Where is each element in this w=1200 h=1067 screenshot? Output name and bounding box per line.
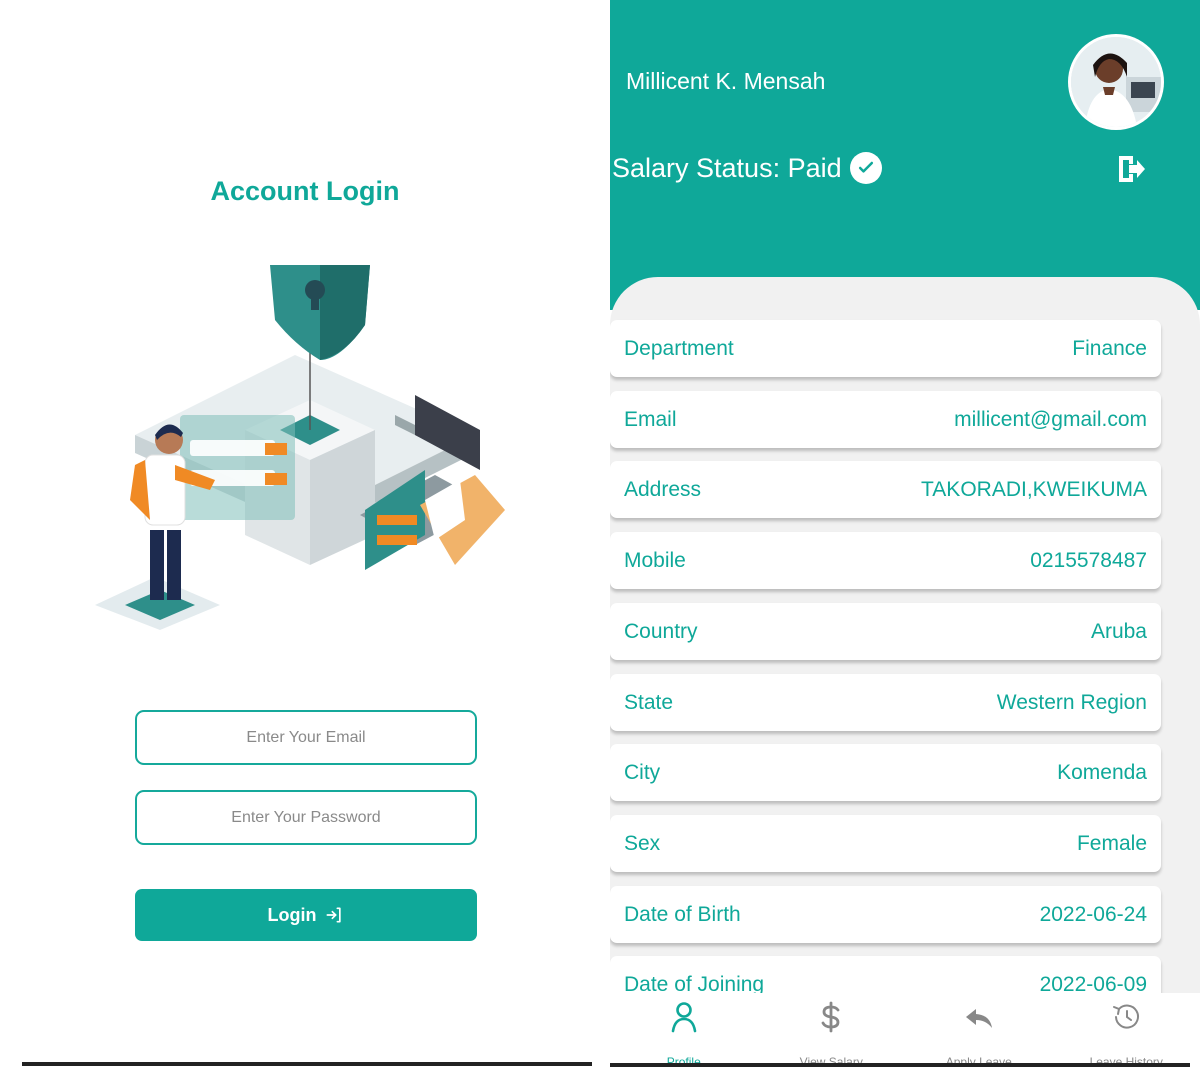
security-server-illustration xyxy=(95,265,505,630)
detail-label: State xyxy=(624,690,674,714)
detail-value: 0215578487 xyxy=(1030,548,1147,572)
logout-icon[interactable] xyxy=(1115,152,1147,186)
login-arrow-icon xyxy=(326,907,342,923)
detail-label: Email xyxy=(624,407,677,431)
detail-row-sex: Sex Female xyxy=(610,815,1161,872)
detail-value: Komenda xyxy=(1057,760,1147,784)
login-screen: Account Login Enter Your Email Login xyxy=(0,0,610,1067)
avatar[interactable] xyxy=(1068,34,1164,130)
detail-label: Department xyxy=(624,336,734,360)
profile-details-list[interactable]: Department Finance Email millicent@gmail… xyxy=(610,300,1200,993)
detail-row-address: Address TAKORADI,KWEIKUMA xyxy=(610,461,1161,518)
detail-value: Western Region xyxy=(996,690,1147,714)
avatar-photo xyxy=(1071,37,1161,127)
home-indicator xyxy=(610,1063,1190,1067)
bottom-nav: Profile View Salary Apply Leave Leave Hi… xyxy=(610,993,1200,1067)
password-field[interactable] xyxy=(135,790,477,845)
detail-row-country: Country Aruba xyxy=(610,603,1161,660)
salary-status: Salary Status: Paid xyxy=(612,152,882,184)
detail-row-email: Email millicent@gmail.com xyxy=(610,391,1161,448)
reply-icon xyxy=(965,1009,992,1028)
detail-value: Finance xyxy=(1072,336,1147,360)
detail-value: millicent@gmail.com xyxy=(954,407,1147,431)
detail-row-department: Department Finance xyxy=(610,320,1161,377)
login-label: Login xyxy=(267,904,317,925)
history-icon xyxy=(1113,1004,1140,1029)
nav-item-profile[interactable]: Profile xyxy=(610,993,758,1067)
detail-row-state: State Western Region xyxy=(610,674,1161,731)
nav-item-view-salary[interactable]: View Salary xyxy=(758,993,906,1067)
detail-label: Country xyxy=(624,619,698,643)
detail-row-city: City Komenda xyxy=(610,744,1161,801)
detail-value: 2022-06-24 xyxy=(1039,902,1147,926)
profile-screen: Millicent K. Mensah Salary Status: Paid xyxy=(610,0,1200,1067)
detail-label: City xyxy=(624,760,661,784)
detail-label: Date of Joining xyxy=(624,972,765,994)
detail-label: Date of Birth xyxy=(624,902,741,926)
detail-value: TAKORADI,KWEIKUMA xyxy=(921,477,1147,501)
detail-label: Sex xyxy=(624,831,661,855)
detail-row-date-of-birth: Date of Birth 2022-06-24 xyxy=(610,886,1161,943)
nav-item-leave-history[interactable]: Leave History xyxy=(1053,993,1200,1067)
detail-row-mobile: Mobile 0215578487 xyxy=(610,532,1161,589)
salary-status-text: Salary Status: Paid xyxy=(612,152,842,183)
nav-item-apply-leave[interactable]: Apply Leave xyxy=(905,993,1053,1067)
dollar-icon xyxy=(821,1001,840,1033)
detail-value: 2022-06-09 xyxy=(1039,972,1147,994)
page-title: Account Login xyxy=(210,176,400,206)
detail-row-date-of-joining: Date of Joining 2022-06-09 xyxy=(610,956,1161,993)
detail-value: Aruba xyxy=(1090,619,1147,643)
user-name: Millicent K. Mensah xyxy=(626,68,826,94)
detail-label: Address xyxy=(624,477,702,501)
login-button[interactable]: Login xyxy=(135,889,477,941)
home-indicator xyxy=(22,1062,592,1066)
person-icon xyxy=(671,1002,697,1033)
email-field[interactable] xyxy=(135,710,477,765)
detail-label: Mobile xyxy=(624,548,686,572)
check-circle-icon xyxy=(849,152,882,184)
detail-value: Female xyxy=(1076,831,1147,855)
